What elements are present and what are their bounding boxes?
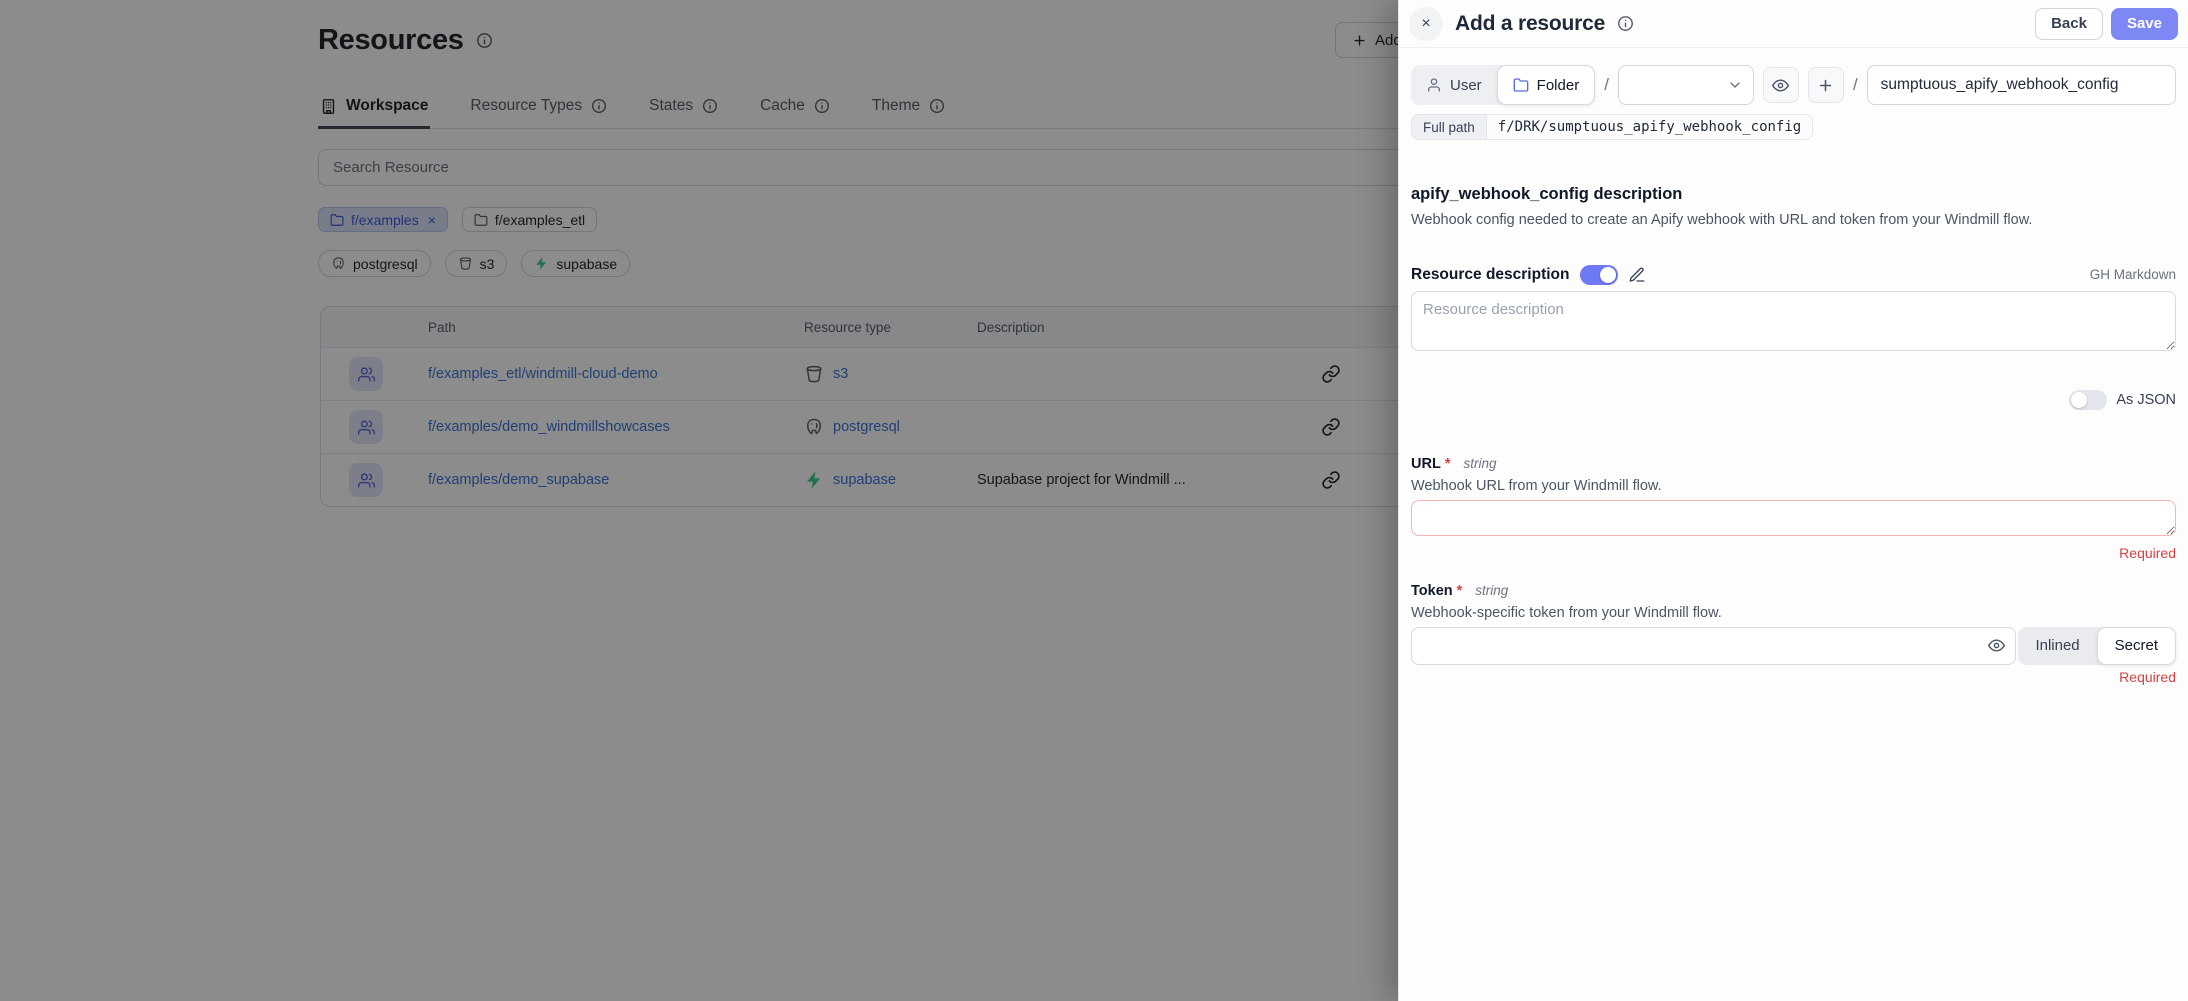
description-toggle[interactable] (1580, 265, 1618, 285)
as-json-row: As JSON (1411, 390, 2176, 410)
path-separator: / (1604, 75, 1609, 95)
full-path-label: Full path (1411, 114, 1486, 140)
markdown-hint: GH Markdown (2090, 267, 2176, 282)
field-url-error: Required (1411, 545, 2176, 561)
description-textarea[interactable] (1411, 291, 2176, 351)
required-asterisk: * (1445, 456, 1451, 472)
field-token-type: string (1475, 583, 1508, 598)
save-button[interactable]: Save (2111, 8, 2178, 40)
view-folder-button[interactable] (1763, 67, 1799, 103)
drawer-title: Add a resource (1455, 12, 1605, 36)
as-json-label: As JSON (2116, 392, 2176, 408)
screen: Resources Add resource Workspace Resourc… (0, 0, 2188, 1001)
field-url: URL * string Webhook URL from your Windm… (1411, 456, 2176, 561)
as-json-toggle[interactable] (2069, 390, 2107, 410)
folder-icon (1513, 77, 1529, 93)
folder-select[interactable] (1618, 65, 1754, 105)
add-resource-drawer: × Add a resource Back Save User Folder (1398, 0, 2188, 1001)
field-url-type: string (1463, 456, 1496, 471)
user-icon (1426, 77, 1442, 93)
eye-icon (1772, 77, 1789, 94)
back-button[interactable]: Back (2035, 8, 2103, 40)
token-row: Inlined Secret (1411, 627, 2176, 665)
drawer-body: User Folder / / (1399, 65, 2188, 685)
description-label-row: Resource description GH Markdown (1411, 265, 2176, 285)
description-label: Resource description (1411, 266, 1570, 284)
field-token-name: Token (1411, 583, 1453, 599)
storage-secret-option[interactable]: Secret (2097, 627, 2176, 665)
close-icon[interactable]: × (1409, 7, 1443, 41)
owner-folder-option[interactable]: Folder (1497, 65, 1596, 105)
new-folder-button[interactable] (1808, 67, 1844, 103)
owner-kind-toggle: User Folder (1411, 65, 1595, 105)
eye-icon[interactable] (1988, 637, 2005, 654)
field-token: Token * string Webhook-specific token fr… (1411, 583, 2176, 685)
path-picker: User Folder / / (1411, 65, 2176, 105)
field-url-help: Webhook URL from your Windmill flow. (1411, 478, 2176, 494)
full-path-value: f/DRK/sumptuous_apify_webhook_config (1486, 114, 1813, 140)
owner-user-label: User (1450, 77, 1482, 94)
url-input[interactable] (1411, 500, 2176, 536)
chevron-down-icon (1727, 77, 1743, 93)
field-url-name: URL (1411, 456, 1441, 472)
token-input[interactable] (1411, 627, 2016, 665)
owner-folder-label: Folder (1537, 77, 1580, 94)
schema-heading: apify_webhook_config description (1411, 185, 2176, 204)
field-token-help: Webhook-specific token from your Windmil… (1411, 605, 2176, 621)
path-separator: / (1853, 75, 1858, 95)
resource-name-input[interactable] (1867, 65, 2176, 105)
edit-pencil-icon[interactable] (1628, 266, 1646, 284)
required-asterisk: * (1457, 583, 1463, 599)
schema-description: Webhook config needed to create an Apify… (1411, 211, 2176, 231)
info-icon[interactable] (1617, 15, 1634, 32)
field-token-error: Required (1411, 669, 2176, 685)
full-path: Full path f/DRK/sumptuous_apify_webhook_… (1411, 114, 1813, 140)
plus-icon (1817, 77, 1834, 94)
token-storage-toggle: Inlined Secret (2018, 627, 2176, 665)
drawer-header: × Add a resource Back Save (1399, 0, 2188, 48)
storage-inlined-option[interactable]: Inlined (2018, 627, 2096, 665)
owner-user-option[interactable]: User (1411, 65, 1497, 105)
drawer-actions: Back Save (2035, 8, 2178, 40)
